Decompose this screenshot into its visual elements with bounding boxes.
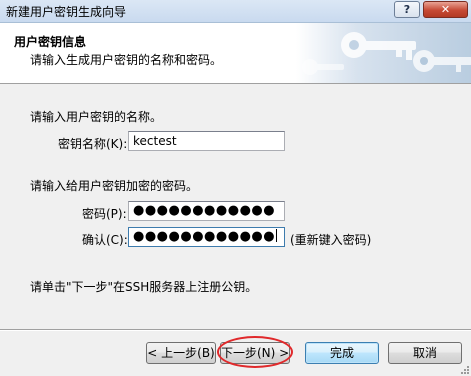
password-label: 密码(P): (82, 207, 127, 221)
text-caret (276, 229, 278, 242)
confirm-password-input[interactable]: ●●●●●●●●●●●● (128, 227, 285, 247)
password-prompt: 请输入给用户密钥加密的密码。 (30, 179, 199, 193)
reenter-hint: (重新键入密码) (290, 233, 372, 247)
back-button[interactable]: < 上一步(B) (146, 342, 216, 364)
wizard-header: 用户密钥信息 请输入生成用户密钥的名称和密码。 (0, 23, 471, 84)
keys-icon (296, 23, 471, 83)
page-subtitle: 请输入生成用户密钥的名称和密码。 (30, 53, 223, 67)
confirm-password-label: 确认(C): (82, 233, 128, 247)
wizard-dialog: 新建用户密钥生成向导 ? ✕ 用户密钥信息 请输入生成用户密钥的名称和密码。 请… (0, 0, 471, 376)
cancel-button[interactable]: 取消 (388, 342, 462, 364)
instruction-text: 请单击"下一步"在SSH服务器上注册公钥。 (30, 280, 258, 294)
page-title: 用户密钥信息 (14, 35, 87, 49)
finish-button[interactable]: 完成 (305, 342, 379, 364)
title-bar[interactable]: 新建用户密钥生成向导 ? ✕ (0, 0, 471, 23)
next-button[interactable]: 下一步(N) > (220, 342, 290, 364)
key-name-prompt: 请输入用户密钥的名称。 (30, 110, 163, 124)
button-separator (0, 329, 471, 331)
resize-grip-icon[interactable] (460, 365, 470, 375)
key-name-label: 密钥名称(K): (58, 137, 128, 151)
password-input[interactable]: ●●●●●●●●●●●● (128, 201, 285, 221)
confirm-password-value: ●●●●●●●●●●●● (133, 229, 276, 244)
key-name-input[interactable]: kectest (128, 131, 285, 151)
close-button[interactable]: ✕ (423, 1, 468, 18)
help-button[interactable]: ? (394, 1, 420, 18)
window-title: 新建用户密钥生成向导 (6, 5, 127, 19)
